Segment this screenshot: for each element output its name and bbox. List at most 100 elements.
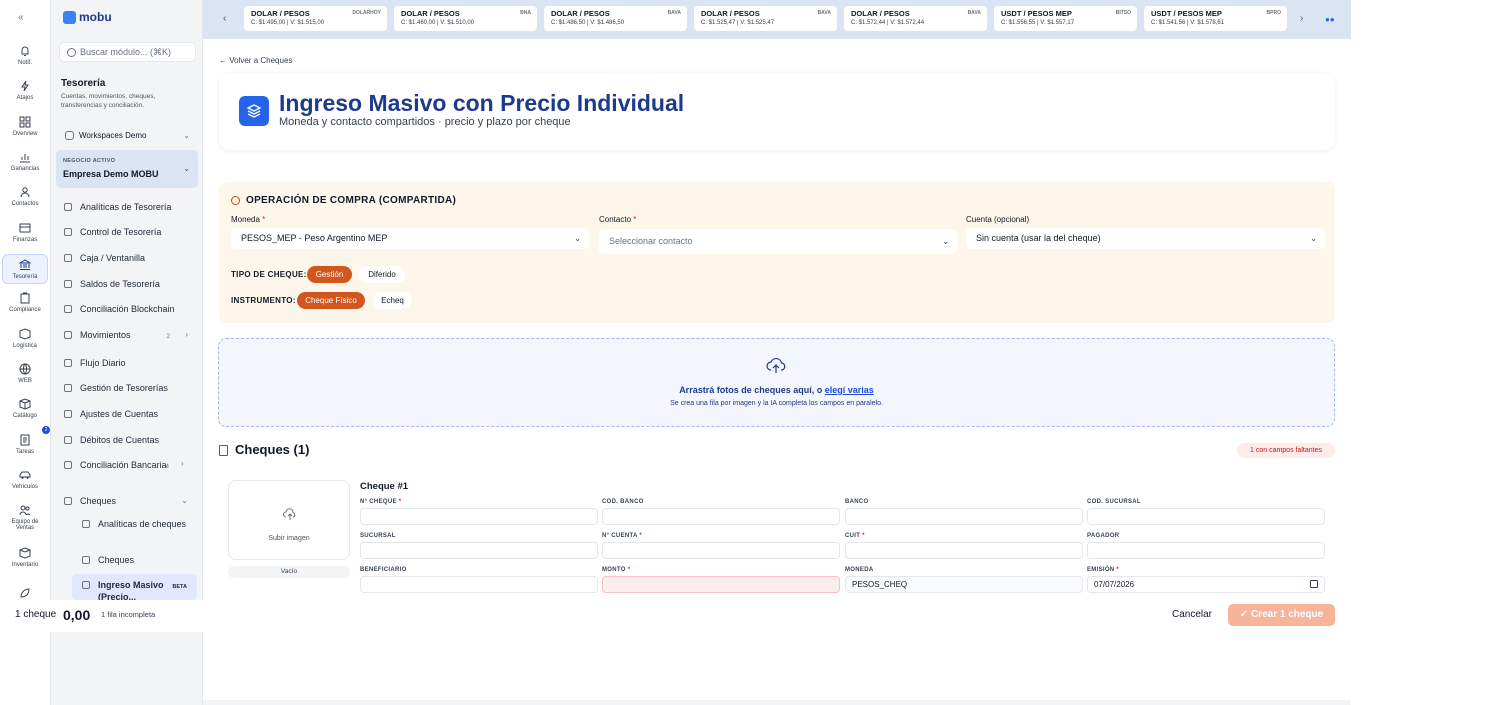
moneda-value: PESOS_MEP - Peso Argentino MEP [241,233,388,243]
chevron-right-icon[interactable]: › [1300,13,1303,24]
layers-icon [82,581,90,589]
cuit-input[interactable] [845,542,1083,559]
logo[interactable]: mobu [63,10,112,24]
calendar-icon[interactable] [1310,580,1318,588]
rail-ganancias[interactable]: Ganancias [2,151,48,172]
instr-cheque-fisico-pill[interactable]: Cheque Físico [297,292,365,309]
beneficiario-input[interactable] [360,576,598,593]
chevron-down-icon: ⌄ [942,237,949,246]
rate-values: C: $1.460,00 | V: $1.510,00 [401,20,475,26]
n-cuenta-input[interactable] [602,542,840,559]
movements-icon [64,331,72,339]
workspace-selector[interactable]: Workspaces Demo ⌄ [59,128,196,143]
image-dropzone[interactable]: Arrastrá fotos de cheques aquí, o elegí … [218,338,1335,427]
elegir-varias-link[interactable]: elegí varias [825,385,874,395]
horizontal-scrollbar[interactable] [203,700,1351,705]
upload-image-box[interactable]: Subir imagen [228,480,350,560]
rail-inventario[interactable]: Inventario [2,547,48,568]
negocio-label: NEGOCIO ACTIVO [63,158,116,164]
back-link-label: Volver a Cheques [229,56,293,65]
nav-analiticas-tesoreria[interactable]: Analíticas de Tesorería [59,201,196,213]
nav-movimientos[interactable]: Movimientos 2 › [59,329,196,341]
rail-label: Finanzas [12,237,38,243]
nav-label: Ajustes de Cuentas [80,409,159,419]
tasks-badge: 2 [42,426,50,434]
cancel-button[interactable]: Cancelar [1163,605,1221,625]
rail-contactos[interactable]: Contactos [2,186,48,207]
nav-debitos-cuentas[interactable]: Débitos de Cuentas [59,434,196,446]
operacion-compartida-card: OPERACIÓN DE COMPRA (COMPARTIDA) Moneda … [219,182,1335,323]
rail-notif[interactable]: Notif. [2,45,48,66]
ticker-dots-icon[interactable]: ●● [1325,15,1335,24]
collapse-icon[interactable]: « [18,12,24,23]
catalog-icon [19,398,31,410]
monto-input[interactable] [602,576,840,593]
rail-label: Overview [12,131,38,137]
nav-label: Control de Tesorería [80,227,162,237]
nav-control-tesoreria[interactable]: Control de Tesorería [59,226,196,238]
nav-flujo-diario[interactable]: Flujo Diario [59,357,196,369]
moneda-label: Moneda * [231,215,266,224]
rate-card: DOLAR / PESOS BAVA C: $1.486,50 | V: $1.48… [544,6,687,31]
nav-conciliacion-blockchain[interactable]: Conciliación Blockchain [59,303,196,315]
rail-web[interactable]: WEB [2,363,48,384]
rail-equipo-ventas[interactable]: Equipo de Ventas [2,504,48,531]
nav-caja-ventanilla[interactable]: Caja / Ventanilla [59,252,196,264]
emision-date-input[interactable]: 07/07/2026 [1087,576,1325,593]
search-input[interactable]: Buscar módulo... (⌘K) [59,42,196,62]
rail-label: Logística [12,343,37,349]
negocio-selector[interactable]: NEGOCIO ACTIVO Empresa Demo MOBU ⌄ [56,150,198,188]
rate-source: BAVA [817,10,831,16]
rail-finanzas[interactable]: Finanzas [2,222,48,243]
cheque-count: 1 cheque [15,609,57,620]
section-subtitle: Cuentas, movimientos, cheques, transfere… [61,93,156,109]
instr-echeq-pill[interactable]: Echeq [373,292,412,309]
tipo-diferido-pill[interactable]: Diferido [359,266,405,283]
moneda-cheque-input[interactable]: PESOS_CHEQ [845,576,1083,593]
rail-tesoreria[interactable]: Tesorería [2,254,48,284]
rail-vehiculos[interactable]: Vehículos [2,469,48,490]
rail-overview[interactable]: Overview [2,116,48,137]
nav-cheques[interactable]: Cheques ⌄ [59,495,196,507]
sub-analiticas-cheques[interactable]: Analíticas de cheques [72,518,197,530]
cuenta-select[interactable]: Sin cuenta (usar la del cheque) ⌄ [966,228,1325,249]
sucursal-input[interactable] [360,542,598,559]
rail-logistica[interactable]: Logística [2,328,48,349]
rail-label: Catálogo [12,413,38,419]
create-cheques-button[interactable]: ✓ Crear 1 cheque [1228,604,1335,626]
rail-tareas[interactable]: Tareas [2,434,48,455]
incomplete-rows: 1 fila incompleta [101,610,156,619]
pagador-input[interactable] [1087,542,1325,559]
sub-cheques[interactable]: Cheques [72,554,197,566]
analytics-icon [82,520,90,528]
nav-ajustes-cuentas[interactable]: Ajustes de Cuentas [59,408,196,420]
bank-icon [19,259,31,270]
nav-saldos-tesoreria[interactable]: Saldos de Tesorería [59,278,196,290]
rate-card: USDT / PESOS MEP BITSO C: $1.556,55 | V: $… [994,6,1137,31]
contacto-select[interactable]: Seleccionar contacto ⌄ [599,229,957,254]
nav-gestion-tesorerias[interactable]: Gestión de Tesorerías [59,382,196,394]
nav-label: Gestión de Tesorerías [80,383,168,393]
chevron-left-icon[interactable]: ‹ [223,13,226,24]
banco-label: BANCO [845,499,869,505]
nav-conciliacion-bancaria[interactable]: Conciliación Bancaria 4 [59,459,179,471]
rail-atajos[interactable]: Atajos [2,80,48,101]
emision-value: 07/07/2026 [1094,580,1135,589]
banco-input[interactable] [845,508,1083,525]
total-amount: 0,00 [63,607,91,623]
tipo-gestion-pill[interactable]: Gestión [307,266,352,283]
moneda-select[interactable]: PESOS_MEP - Peso Argentino MEP ⌄ [231,228,589,249]
n-cheque-input[interactable] [360,508,598,525]
operacion-title: OPERACIÓN DE COMPRA (COMPARTIDA) [246,195,457,206]
rail-compliance[interactable]: Compliance [2,292,48,313]
back-link[interactable]: ← Volver a Cheques [219,56,292,65]
cod-sucursal-input[interactable] [1087,508,1325,525]
rail-label: WEB [18,378,32,384]
cod-banco-input[interactable] [602,508,840,525]
instrumento-label: INSTRUMENTO: [231,296,296,305]
dropzone-text: Arrastrá fotos de cheques aquí, o elegí … [679,385,874,395]
bolt-icon [21,80,29,92]
rate-values: C: $1.486,50 | V: $1.486,50 [551,20,625,26]
sub-ingreso-masivo[interactable]: Ingreso Masivo (Precio... BETA [72,574,197,602]
rail-catalogo[interactable]: Catálogo [2,398,48,419]
